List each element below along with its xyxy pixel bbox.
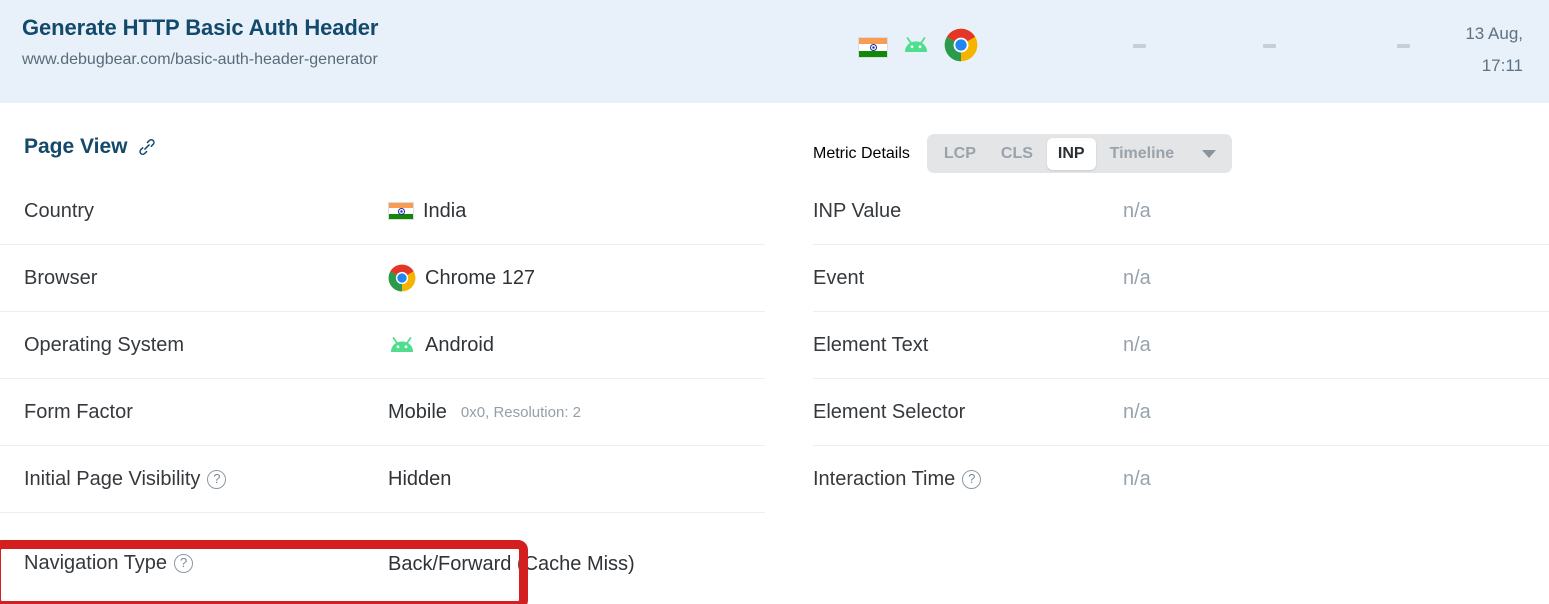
- help-icon[interactable]: ?: [207, 469, 227, 489]
- header-right: 13 Aug, 17:11: [790, 0, 1549, 103]
- row-label-text: Initial Page Visibility: [24, 467, 201, 490]
- page-url: www.debugbear.com/basic-auth-header-gene…: [22, 51, 378, 68]
- row-label: Event: [813, 266, 865, 289]
- metric-details-heading: Metric Details LCP CLS INP Timeline: [813, 134, 1233, 173]
- page-header: Generate HTTP Basic Auth Header www.debu…: [0, 0, 1549, 103]
- header-left: Generate HTTP Basic Auth Header www.debu…: [0, 0, 790, 70]
- row-value-text: India: [423, 199, 467, 222]
- table-row: Browser Chrome 127: [0, 245, 765, 312]
- row-value: Back/Forward (Cache Miss): [388, 544, 765, 584]
- header-placeholder-3: [1397, 44, 1410, 48]
- row-value-subtext: 0x0, Resolution: 2: [460, 403, 581, 421]
- link-icon[interactable]: [137, 137, 157, 157]
- chrome-icon: [944, 28, 978, 67]
- row-value: Android: [388, 334, 765, 357]
- metric-tab-group: LCP CLS INP Timeline: [926, 134, 1233, 173]
- row-value-text: Back/Forward (Cache Miss): [388, 552, 635, 575]
- india-flag-icon: [388, 202, 414, 220]
- table-row: Operating System Android: [0, 312, 765, 379]
- body: Page View Country India Browser Chrome 1…: [0, 103, 1549, 604]
- row-value-text: Mobile: [388, 400, 447, 423]
- row-label: Element Text: [813, 333, 929, 356]
- row-value: n/a: [1123, 468, 1151, 490]
- row-label: Browser: [24, 266, 98, 289]
- table-row: Interaction Time ? n/a: [813, 446, 1549, 513]
- row-value-text: Android: [425, 333, 494, 356]
- page-root: Generate HTTP Basic Auth Header www.debu…: [0, 0, 1549, 604]
- timestamp: 13 Aug, 17:11: [1465, 18, 1523, 82]
- header-placeholder-2: [1263, 44, 1276, 48]
- chrome-icon: [388, 264, 416, 292]
- row-label: Initial Page Visibility ?: [24, 468, 388, 491]
- table-row: Element Text n/a: [813, 312, 1549, 379]
- row-value: n/a: [1123, 333, 1151, 356]
- page-view-heading: Page View: [24, 135, 157, 159]
- metric-details-heading-label: Metric Details: [813, 144, 910, 162]
- table-row: Event n/a: [813, 245, 1549, 312]
- table-row: Country India: [0, 178, 765, 245]
- android-icon: [388, 335, 416, 355]
- row-label: Form Factor: [24, 400, 133, 423]
- row-value: Mobile 0x0, Resolution: 2: [388, 401, 765, 424]
- table-row: Initial Page Visibility ? Hidden: [0, 446, 765, 513]
- tab-lcp[interactable]: LCP: [933, 138, 987, 170]
- india-flag-icon: [858, 37, 888, 58]
- row-label: Country: [24, 199, 95, 222]
- row-value: Chrome 127: [388, 264, 765, 292]
- row-value-text: Chrome 127: [425, 266, 536, 289]
- row-label: Operating System: [24, 333, 185, 356]
- table-row: Element Selector n/a: [813, 379, 1549, 446]
- page-view-table: Country India Browser Chrome 127 Operati…: [0, 178, 765, 604]
- row-label: Interaction Time ?: [813, 468, 1123, 491]
- row-value: n/a: [1123, 266, 1151, 289]
- row-label: Element Selector: [813, 400, 966, 423]
- tab-cls[interactable]: CLS: [990, 138, 1044, 170]
- page-title[interactable]: Generate HTTP Basic Auth Header: [22, 14, 790, 42]
- table-row: Navigation Type ? Back/Forward (Cache Mi…: [0, 513, 765, 604]
- timestamp-time: 17:11: [1481, 56, 1523, 75]
- page-view-panel: Page View Country India Browser Chrome 1…: [0, 103, 788, 604]
- row-value: India: [388, 200, 765, 223]
- help-icon[interactable]: ?: [962, 470, 982, 489]
- chevron-down-icon[interactable]: [1202, 149, 1217, 158]
- metric-details-table: INP Value n/a Event n/a Element Text n/a…: [813, 178, 1549, 513]
- tab-timeline[interactable]: Timeline: [1099, 138, 1186, 170]
- row-label: Navigation Type ?: [24, 552, 388, 575]
- help-icon[interactable]: ?: [174, 554, 194, 573]
- android-icon: [902, 35, 930, 60]
- timestamp-date: 13 Aug,: [1465, 24, 1523, 43]
- header-placeholder-1: [1133, 44, 1146, 48]
- row-value: Hidden: [388, 468, 765, 491]
- metric-details-panel: Metric Details LCP CLS INP Timeline INP …: [788, 103, 1549, 604]
- row-value-text: Hidden: [388, 467, 452, 490]
- row-value: n/a: [1123, 400, 1151, 423]
- row-label-text: Navigation Type: [24, 552, 168, 574]
- row-label-text: Interaction Time: [813, 468, 956, 490]
- tab-inp[interactable]: INP: [1046, 137, 1096, 170]
- page-view-heading-label: Page View: [24, 135, 128, 158]
- row-value: n/a: [1123, 199, 1151, 222]
- table-row: INP Value n/a: [813, 178, 1549, 245]
- row-label: INP Value: [813, 199, 902, 222]
- header-icon-group: [858, 28, 978, 67]
- table-row: Form Factor Mobile 0x0, Resolution: 2: [0, 379, 765, 446]
